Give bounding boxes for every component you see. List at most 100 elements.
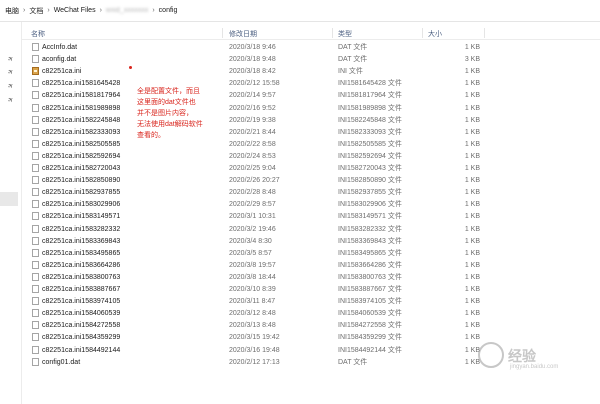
file-size: 1 KB bbox=[464, 68, 480, 76]
file-type: INI1581645428 文件 bbox=[338, 80, 402, 88]
pin-icon[interactable]: ✈ bbox=[6, 95, 16, 105]
file-icon bbox=[32, 55, 39, 64]
file-row[interactable]: c82251ca.ini1583369843 2020/3/4 8:30 INI15… bbox=[22, 236, 498, 248]
file-size: 1 KB bbox=[464, 80, 480, 88]
file-date: 2020/3/15 19:42 bbox=[229, 334, 280, 342]
file-row[interactable]: c82251ca.ini1582850890 2020/2/26 20:27 INI… bbox=[22, 175, 498, 187]
file-size: 1 KB bbox=[464, 116, 480, 124]
file-row[interactable]: c82251ca.ini1584272558 2020/3/13 8:48 INI1… bbox=[22, 320, 498, 332]
file-row[interactable]: aconfig.dat 2020/3/18 9:48 DAT 文件 3 KB bbox=[22, 54, 498, 66]
file-name: c82251ca.ini1582720043 bbox=[42, 165, 121, 172]
file-name: c82251ca.ini1581817964 bbox=[42, 92, 121, 100]
file-size: 1 KB bbox=[464, 92, 480, 100]
file-name: c82251ca.ini1583029906 bbox=[42, 201, 121, 209]
column-header-name[interactable]: 名称 bbox=[31, 29, 45, 39]
file-size: 1 KB bbox=[464, 165, 480, 172]
file-type: INI1584272558 文件 bbox=[338, 322, 402, 330]
file-icon bbox=[32, 139, 39, 148]
file-row[interactable]: c82251ca.ini1583800763 2020/3/8 18:44 INI1… bbox=[22, 272, 498, 284]
column-header-size[interactable]: 大小 bbox=[428, 29, 442, 39]
file-row[interactable]: c82251ca.ini1582592694 2020/2/24 8:53 INI1… bbox=[22, 151, 498, 163]
column-divider[interactable] bbox=[422, 28, 423, 38]
file-row[interactable]: c82251ca.ini1583149571 2020/3/1 10:31 INI1… bbox=[22, 211, 498, 223]
file-type: INI1581989898 文件 bbox=[338, 104, 402, 112]
breadcrumb-item[interactable]: WeChat Files bbox=[51, 7, 99, 14]
file-row[interactable]: AccInfo.dat 2020/3/18 9:46 DAT 文件 1 KB bbox=[22, 42, 498, 54]
file-row[interactable]: c82251ca.ini1582937855 2020/2/28 8:48 INI1… bbox=[22, 187, 498, 199]
file-name: c82251ca.ini1584060539 bbox=[42, 310, 121, 318]
file-row[interactable]: c82251ca.ini 2020/3/18 8:42 INI 文件 1 KB bbox=[22, 66, 498, 78]
file-size: 1 KB bbox=[464, 189, 480, 197]
file-name: c82251ca.ini1584492144 bbox=[42, 346, 121, 354]
column-divider[interactable] bbox=[222, 28, 223, 38]
pin-icon[interactable]: ✈ bbox=[6, 81, 16, 91]
file-name: c82251ca.ini1582937855 bbox=[42, 189, 121, 197]
file-type: INI1583887667 文件 bbox=[338, 286, 402, 293]
file-row[interactable]: c82251ca.ini1581989898 2020/2/16 9:52 INI1… bbox=[22, 103, 498, 115]
file-icon bbox=[32, 236, 39, 245]
file-size: 1 KB bbox=[464, 128, 480, 136]
file-icon bbox=[32, 151, 39, 160]
file-row[interactable]: c82251ca.ini1582333093 2020/2/21 8:44 INI1… bbox=[22, 127, 498, 139]
file-name: c82251ca.ini1581645428 bbox=[42, 80, 121, 88]
annotation-line: 并不是图片内容， bbox=[137, 110, 193, 117]
file-size: 1 KB bbox=[464, 286, 480, 293]
file-icon bbox=[32, 260, 39, 269]
file-type: INI1584492144 文件 bbox=[338, 346, 402, 354]
breadcrumb-item[interactable]: 文档 bbox=[26, 6, 46, 16]
file-date: 2020/3/11 8:47 bbox=[229, 298, 276, 306]
file-row[interactable]: c82251ca.ini1584359299 2020/3/15 19:42 INI… bbox=[22, 332, 498, 344]
file-type: DAT 文件 bbox=[338, 56, 368, 64]
file-type: INI1582245848 文件 bbox=[338, 116, 402, 124]
file-row[interactable]: c82251ca.ini1582245848 2020/2/19 9:38 INI1… bbox=[22, 115, 498, 127]
file-name: c82251ca.ini1582333093 bbox=[42, 128, 121, 136]
file-row[interactable]: c82251ca.ini1583887667 2020/3/10 8:39 INI1… bbox=[22, 284, 498, 296]
file-icon bbox=[32, 309, 39, 318]
file-date: 2020/2/12 17:13 bbox=[229, 358, 280, 366]
nav-selected-item[interactable] bbox=[0, 192, 18, 206]
file-row[interactable]: c82251ca.ini1584060539 2020/3/12 8:48 INI1… bbox=[22, 308, 498, 320]
file-date: 2020/2/29 8:57 bbox=[229, 201, 276, 209]
file-row[interactable]: c82251ca.ini1581817964 2020/2/14 9:57 INI1… bbox=[22, 90, 498, 102]
file-date: 2020/3/2 19:46 bbox=[229, 225, 276, 233]
file-date: 2020/3/16 19:48 bbox=[229, 346, 280, 354]
file-type: INI1584060539 文件 bbox=[338, 310, 402, 318]
file-row[interactable]: c82251ca.ini1583282332 2020/3/2 19:46 INI1… bbox=[22, 224, 498, 236]
file-icon bbox=[32, 164, 39, 172]
paw-logo-icon bbox=[478, 342, 504, 368]
file-size: 1 KB bbox=[464, 298, 480, 306]
file-row[interactable]: c82251ca.ini1584492144 2020/3/16 19:48 INI… bbox=[22, 345, 498, 357]
file-icon bbox=[32, 297, 39, 306]
file-row[interactable]: c82251ca.ini1583495865 2020/3/5 8:57 INI15… bbox=[22, 248, 498, 260]
file-date: 2020/3/13 8:48 bbox=[229, 322, 276, 330]
column-header-type[interactable]: 类型 bbox=[338, 29, 352, 39]
breadcrumb-item[interactable]: config bbox=[156, 7, 181, 14]
file-name: c82251ca.ini1583887667 bbox=[42, 286, 121, 293]
file-type: INI1582720043 文件 bbox=[338, 165, 402, 172]
file-row[interactable]: c82251ca.ini1582505585 2020/2/22 8:58 INI1… bbox=[22, 139, 498, 151]
file-row[interactable]: config01.dat 2020/2/12 17:13 DAT 文件 1 KB bbox=[22, 357, 498, 369]
column-divider[interactable] bbox=[332, 28, 333, 38]
file-size: 3 KB bbox=[464, 56, 480, 64]
column-header-date[interactable]: 修改日期 bbox=[229, 29, 257, 39]
pin-icon[interactable]: ✈ bbox=[6, 54, 16, 64]
file-type: INI1583495865 文件 bbox=[338, 249, 402, 257]
annotation-line: 无法使用dat解码软件 bbox=[137, 121, 203, 128]
file-type: INI1583800763 文件 bbox=[338, 273, 402, 281]
breadcrumb-item[interactable]: 电脑 bbox=[2, 6, 22, 16]
file-row[interactable]: c82251ca.ini1583664286 2020/3/8 19:57 INI1… bbox=[22, 260, 498, 272]
file-date: 2020/3/18 9:48 bbox=[229, 56, 276, 64]
file-row[interactable]: c82251ca.ini1583029906 2020/2/29 8:57 INI1… bbox=[22, 199, 498, 211]
column-divider[interactable] bbox=[484, 28, 485, 38]
file-name: c82251ca.ini1582592694 bbox=[42, 152, 121, 160]
file-name: c82251ca.ini1582245848 bbox=[42, 116, 121, 124]
file-icon bbox=[32, 345, 39, 354]
file-row[interactable]: c82251ca.ini1581645428 2020/2/12 15:58 INI… bbox=[22, 78, 498, 90]
file-icon bbox=[32, 103, 39, 112]
settings-file-icon bbox=[32, 67, 39, 76]
breadcrumb-item[interactable]: wxid_xxxxxxx bbox=[103, 7, 151, 14]
pin-icon[interactable]: ✈ bbox=[6, 67, 16, 77]
file-row[interactable]: c82251ca.ini1583974105 2020/3/11 8:47 INI1… bbox=[22, 296, 498, 308]
file-icon bbox=[32, 212, 39, 221]
file-row[interactable]: c82251ca.ini1582720043 2020/2/25 9:04 INI1… bbox=[22, 163, 498, 175]
